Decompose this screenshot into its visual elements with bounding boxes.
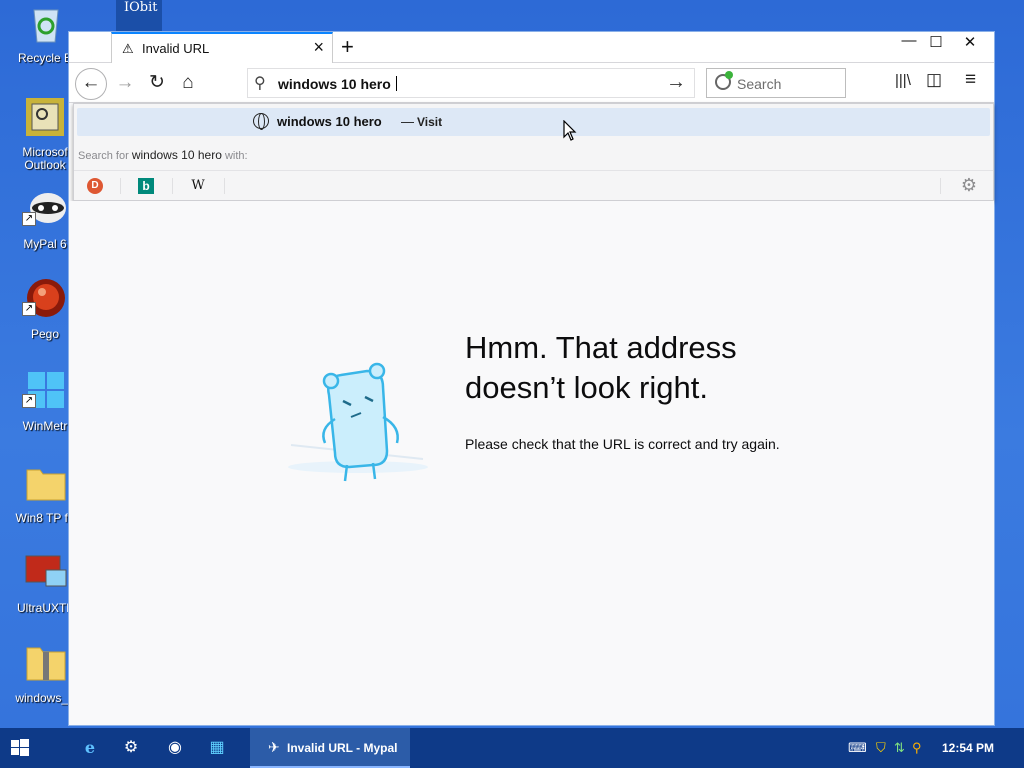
bing-engine-icon[interactable]: b: [138, 178, 154, 194]
search-engine-icon[interactable]: [715, 71, 733, 90]
divider: [172, 178, 173, 194]
shortcut-arrow-icon: ↗: [22, 394, 36, 408]
search-settings-gear-icon[interactable]: ⚙: [961, 175, 977, 196]
media-player-icon[interactable]: ◉: [165, 738, 185, 758]
library-button[interactable]: |||\: [895, 72, 911, 89]
wikipedia-engine-icon[interactable]: W: [190, 178, 206, 194]
sidebar-button[interactable]: ◫: [926, 70, 942, 90]
monitor-icon: [25, 555, 67, 587]
iobit-icon[interactable]: IObit: [116, 0, 162, 32]
iobit-label: IObit: [124, 0, 158, 15]
error-description: Please check that the URL is correct and…: [465, 436, 780, 452]
new-tab-button[interactable]: +: [341, 34, 354, 60]
suggestion-query: windows 10 hero: [277, 114, 382, 129]
suggestion-separator: —: [401, 114, 414, 129]
error-mascot-illustration: [288, 362, 428, 482]
zip-folder-icon: [26, 647, 66, 681]
divider: [940, 178, 941, 194]
search-icon: ⚲: [254, 75, 266, 92]
suggestion-action: Visit: [417, 115, 443, 129]
divider: [120, 178, 121, 194]
search-box[interactable]: Search: [706, 68, 846, 98]
shortcut-arrow-icon: ↗: [22, 302, 36, 316]
tab-invalid-url[interactable]: ⚠ Invalid URL ×: [111, 32, 333, 63]
suggestion-row-visit[interactable]: windows 10 hero — Visit: [77, 108, 990, 136]
close-tab-icon[interactable]: ×: [313, 37, 324, 58]
menu-button[interactable]: ≡: [965, 69, 976, 91]
taskbar: e ⚙ ◉ ▦ ✈ Invalid URL - Mypal ⌨ ⛉ ⇅ ⚲ 12…: [0, 728, 1024, 768]
error-page: Hmm. That address doesn’t look right. Pl…: [69, 201, 994, 725]
nav-bar: ← → ↻ ⌂ ⚲ windows 10 hero → Search |||\ …: [69, 63, 994, 103]
search-for-label: Search for windows 10 hero with:: [78, 148, 248, 162]
home-button[interactable]: ⌂: [174, 71, 202, 99]
search-tray-icon[interactable]: ⚲: [912, 740, 922, 756]
maximize-button[interactable]: ☐: [919, 33, 953, 51]
tab-bar: ⚠ Invalid URL × + — ☐ ✕: [69, 32, 994, 63]
settings-app-icon[interactable]: ⚙: [121, 738, 141, 758]
folder-icon: [26, 469, 66, 501]
taskbar-window-title: Invalid URL - Mypal: [287, 741, 398, 755]
ie-icon[interactable]: e: [80, 738, 100, 758]
outlook-icon: [26, 98, 64, 136]
search-for-term: windows 10 hero: [131, 148, 222, 162]
url-input[interactable]: windows 10 hero: [278, 76, 397, 92]
globe-icon: [253, 113, 269, 130]
search-for-prefix: Search for: [78, 150, 129, 162]
autocomplete-popup: windows 10 hero — Visit Search for windo…: [73, 103, 994, 201]
keyboard-icon[interactable]: ⌨: [848, 740, 867, 756]
tab-title: Invalid URL: [142, 41, 210, 56]
metro-tiles-icon[interactable]: ▦: [207, 738, 227, 758]
warning-icon: ⚠: [122, 41, 134, 56]
url-text: windows 10 hero: [278, 76, 391, 92]
divider: [224, 178, 225, 194]
search-for-suffix: with:: [224, 150, 248, 162]
mouse-cursor-icon: [563, 120, 577, 141]
clock[interactable]: 12:54 PM: [942, 741, 994, 755]
windows-start-icon[interactable]: [10, 738, 30, 758]
go-arrow-button[interactable]: →: [666, 71, 686, 94]
shortcut-arrow-icon: ↗: [22, 212, 36, 226]
close-window-button[interactable]: ✕: [953, 33, 987, 51]
back-button[interactable]: ←: [75, 68, 107, 100]
mypal-icon: ✈: [268, 739, 280, 755]
shield-icon[interactable]: ⛉: [876, 740, 886, 756]
search-placeholder: Search: [737, 76, 782, 92]
reload-button[interactable]: ↻: [143, 71, 171, 99]
error-title: Hmm. That address doesn’t look right.: [465, 330, 737, 405]
recycle-bin-icon: [33, 9, 59, 43]
forward-button[interactable]: →: [111, 71, 139, 99]
url-bar[interactable]: ⚲ windows 10 hero →: [247, 68, 695, 98]
network-icon[interactable]: ⇅: [894, 740, 905, 756]
text-caret: [395, 76, 397, 91]
browser-window: ⚠ Invalid URL × + — ☐ ✕ ← → ↻ ⌂ ⚲ window…: [68, 31, 995, 726]
taskbar-button-mypal[interactable]: ✈ Invalid URL - Mypal: [250, 728, 410, 768]
one-off-engines: D b W ⚙: [74, 170, 993, 200]
duckduckgo-engine-icon[interactable]: D: [87, 178, 103, 194]
